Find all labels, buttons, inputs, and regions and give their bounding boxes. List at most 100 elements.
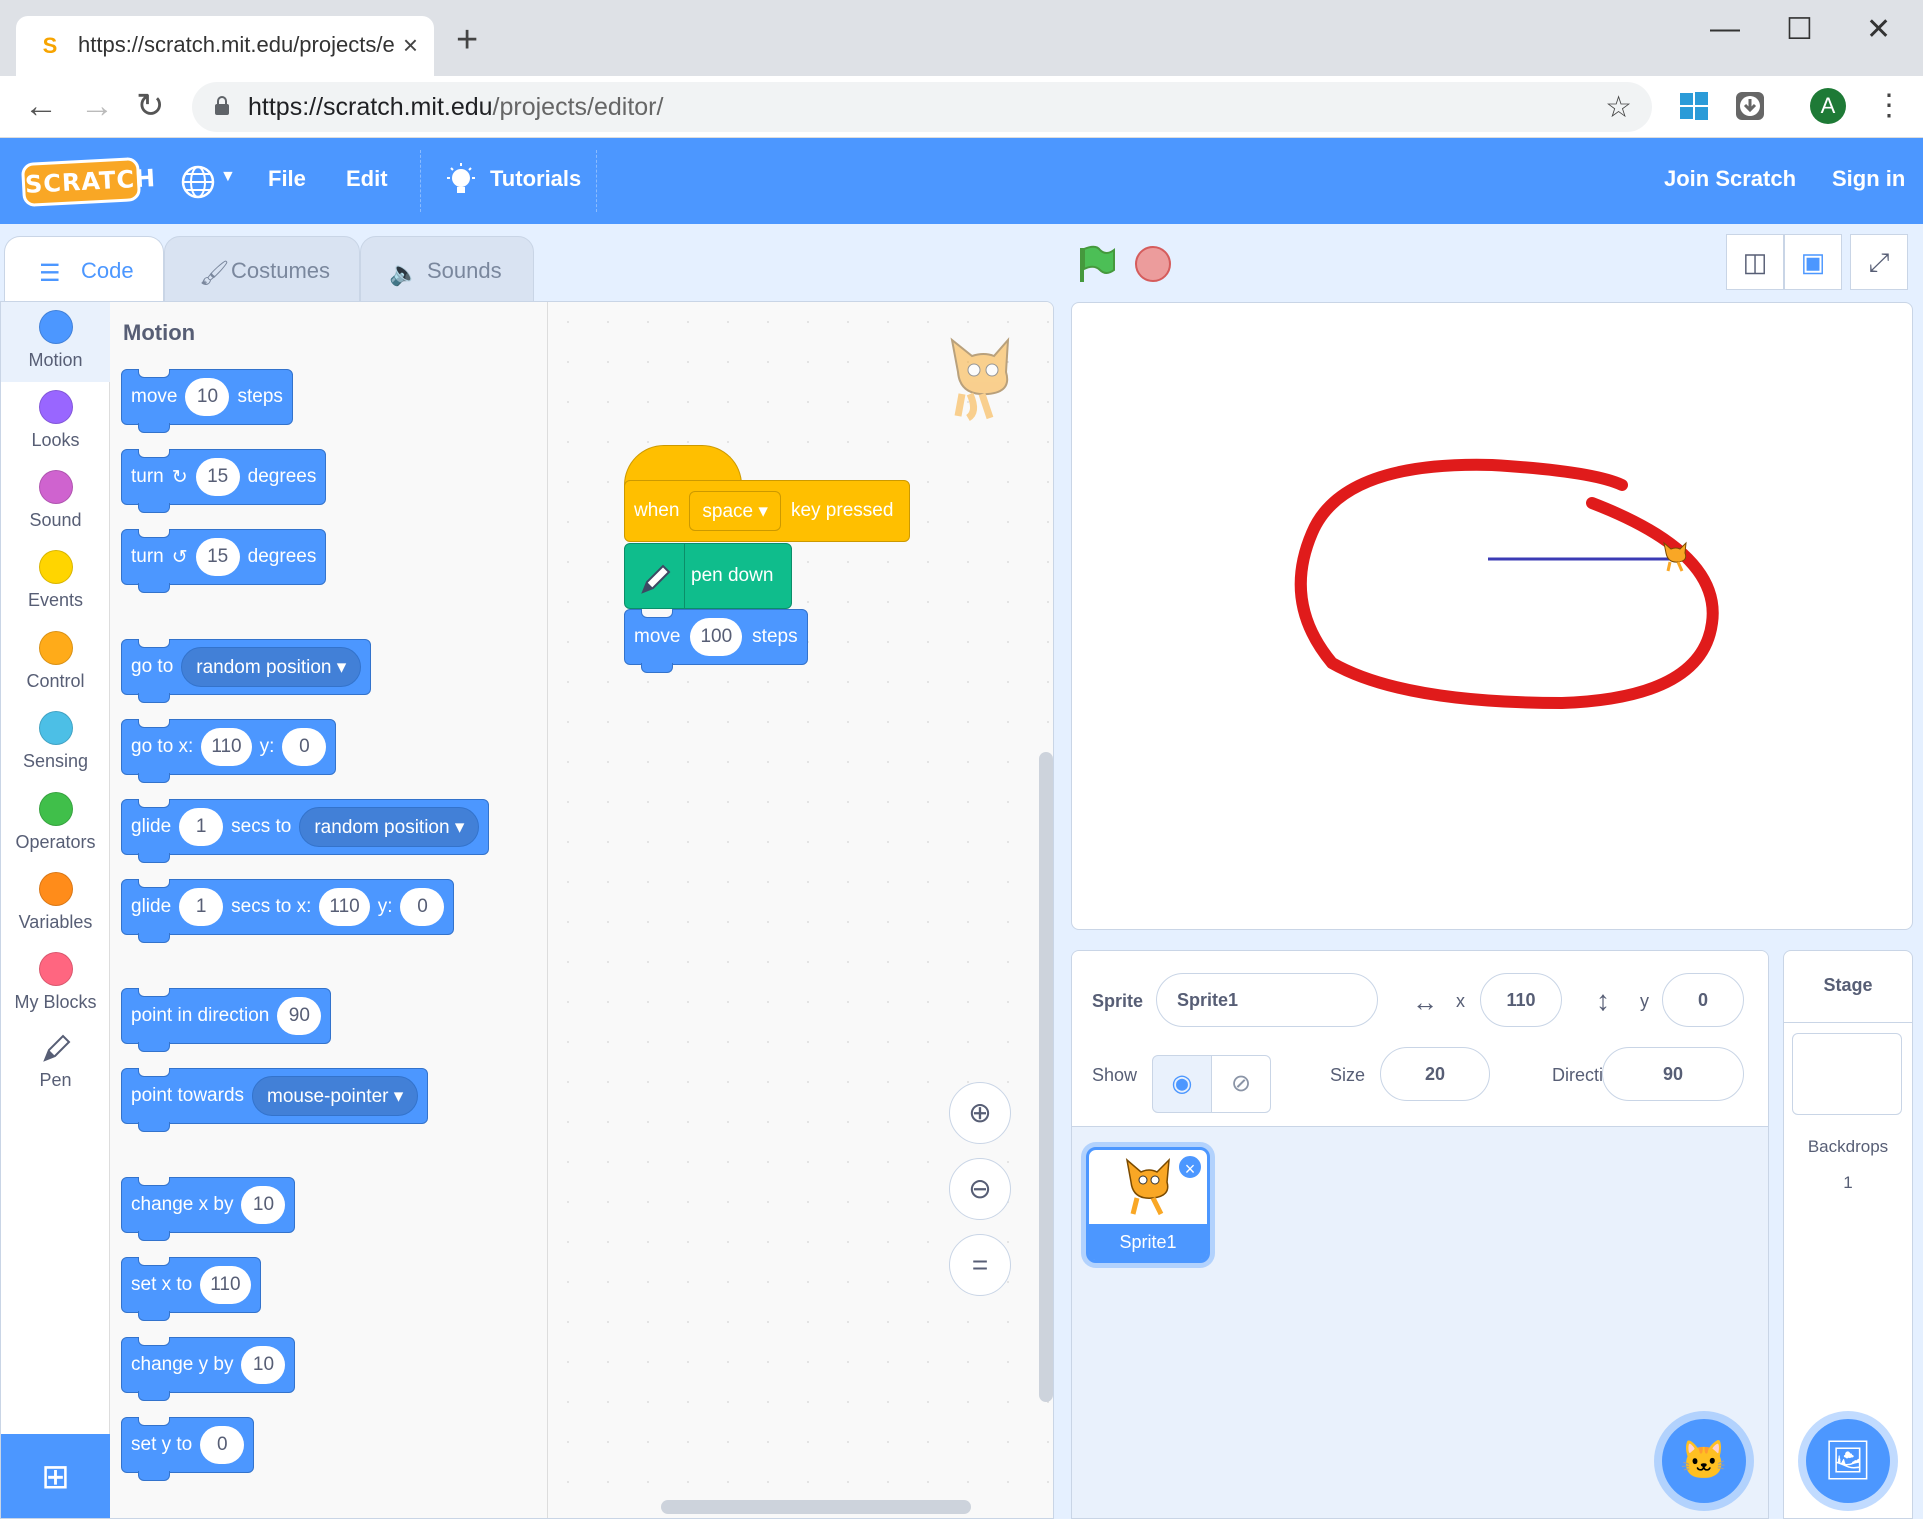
chevron-down-icon[interactable]: ▼ <box>220 168 236 186</box>
hide-sprite-eye-slash-icon[interactable]: ⊘ <box>1211 1055 1271 1113</box>
add-sprite-button[interactable]: 🐱 <box>1662 1419 1746 1503</box>
category-operators[interactable]: Operators <box>1 792 110 853</box>
tutorials-menu[interactable]: Tutorials <box>490 166 581 192</box>
block-point-in-direction[interactable]: point in direction 90 <box>121 988 332 1052</box>
tab-close-icon[interactable]: × <box>403 30 418 61</box>
small-stage-button[interactable]: ◫ <box>1726 234 1784 290</box>
size-field[interactable]: 20 <box>1380 1047 1490 1101</box>
download-extension-icon[interactable] <box>1734 90 1766 122</box>
tab-sounds[interactable]: 🔈 Sounds <box>360 236 534 302</box>
stage-selector[interactable]: Stage Backdrops 1 🖼 <box>1783 950 1913 1519</box>
sprite-thumbnail[interactable]: × Sprite1 <box>1086 1147 1210 1263</box>
block-move-steps[interactable]: move 10 steps <box>121 369 293 433</box>
block-change-y[interactable]: change y by 10 <box>121 1337 296 1401</box>
script-horizontal-scrollbar[interactable] <box>661 1500 971 1514</box>
category-my-blocks[interactable]: My Blocks <box>1 952 110 1013</box>
lock-icon <box>215 96 229 115</box>
delete-sprite-icon[interactable]: × <box>1177 1154 1203 1180</box>
window-close-button[interactable]: ✕ <box>1866 12 1891 47</box>
block-go-to[interactable]: go to random position ▾ <box>121 639 372 703</box>
show-sprite-eye-icon[interactable]: ◉ <box>1152 1055 1212 1113</box>
stage-canvas[interactable] <box>1071 302 1913 930</box>
stage-title: Stage <box>1784 951 1912 1023</box>
add-backdrop-button[interactable]: 🖼 <box>1806 1419 1890 1503</box>
block-turn-left[interactable]: turn ↺ 15 degrees <box>121 529 327 593</box>
block-glide-to-xy[interactable]: glide 1 secs to x: 110 y: 0 <box>121 879 455 943</box>
menu-divider <box>420 150 421 212</box>
browser-menu-icon[interactable]: ⋮ <box>1874 88 1904 123</box>
category-control[interactable]: Control <box>1 631 110 692</box>
profile-avatar[interactable]: A <box>1810 88 1846 124</box>
block-when-key-pressed[interactable]: when space ▾ key pressed <box>624 480 910 542</box>
backdrop-thumbnail[interactable] <box>1792 1033 1902 1115</box>
tab-code[interactable]: ☰ Code <box>4 236 164 304</box>
menu-divider <box>596 150 597 212</box>
sprite-name-field[interactable]: Sprite1 <box>1156 973 1378 1027</box>
sign-in-link[interactable]: Sign in <box>1832 166 1905 192</box>
fullscreen-button[interactable]: ⤢ <box>1850 234 1908 290</box>
category-sound[interactable]: Sound <box>1 470 110 531</box>
category-menu: Motion Looks Sound Events Control Sensin… <box>1 302 110 1518</box>
block-go-to-xy[interactable]: go to x: 110 y: 0 <box>121 719 337 783</box>
sprite-label: Sprite <box>1092 991 1144 1011</box>
category-motion[interactable]: Motion <box>1 302 110 382</box>
block-point-towards[interactable]: point towards mouse-pointer ▾ <box>121 1068 429 1132</box>
back-arrow-icon[interactable]: ← <box>24 88 58 124</box>
windows-extension-icon[interactable] <box>1678 90 1710 122</box>
block-set-x[interactable]: set x to 110 <box>121 1257 261 1321</box>
new-tab-button[interactable]: + <box>456 20 478 60</box>
rotate-clockwise-icon: ↻ <box>171 466 188 488</box>
category-looks[interactable]: Looks <box>1 390 110 451</box>
tab-costumes[interactable]: 🖌 Costumes <box>164 236 360 302</box>
category-variables[interactable]: Variables <box>1 872 110 933</box>
block-pen-down[interactable]: pen down <box>624 543 792 610</box>
script-vertical-scrollbar[interactable] <box>1039 752 1053 1402</box>
horizontal-arrows-icon: ↔ <box>1412 987 1438 1017</box>
category-pen[interactable]: Pen <box>1 1032 110 1091</box>
pen-trail-line <box>1482 623 1492 723</box>
globe-icon[interactable] <box>180 164 216 200</box>
pen-icon <box>641 564 671 594</box>
lightbulb-icon <box>447 163 475 193</box>
red-circle-annotation <box>1294 458 1719 710</box>
add-extension-button[interactable]: ⊞ <box>1 1434 110 1518</box>
block-turn-right[interactable]: turn ↻ 15 degrees <box>121 449 327 513</box>
block-change-x[interactable]: change x by 10 <box>121 1177 296 1241</box>
browser-tab[interactable]: S https://scratch.mit.edu/projects/e × <box>16 16 434 76</box>
block-glide-to[interactable]: glide 1 secs to random position ▾ <box>121 799 490 863</box>
y-position-field[interactable]: 0 <box>1662 973 1744 1027</box>
block-move-100-steps[interactable]: move 100 steps <box>624 609 808 673</box>
maximize-button[interactable]: ☐ <box>1786 12 1813 47</box>
x-label: x <box>1456 991 1465 1011</box>
backdrops-count: 1 <box>1843 1173 1853 1192</box>
join-scratch-link[interactable]: Join Scratch <box>1664 166 1796 192</box>
zoom-out-button[interactable]: ⊖ <box>949 1158 1011 1220</box>
key-dropdown[interactable]: space ▾ <box>689 491 781 531</box>
category-events[interactable]: Events <box>1 550 110 611</box>
direction-field[interactable]: 90 <box>1602 1047 1744 1101</box>
show-label: Show <box>1092 1065 1138 1085</box>
sprite-thumbnail-name: Sprite1 <box>1089 1224 1207 1260</box>
normal-stage-button[interactable]: ▣ <box>1784 234 1842 290</box>
pen-icon <box>42 1034 70 1062</box>
green-flag-icon[interactable] <box>1076 244 1116 284</box>
bookmark-star-icon[interactable]: ☆ <box>1605 90 1632 125</box>
edit-menu[interactable]: Edit <box>346 166 388 192</box>
zoom-in-button[interactable]: ⊕ <box>949 1082 1011 1144</box>
file-menu[interactable]: File <box>268 166 306 192</box>
block-set-y[interactable]: set y to 0 <box>121 1417 255 1481</box>
size-label: Size <box>1330 1065 1366 1085</box>
category-sensing[interactable]: Sensing <box>1 711 110 772</box>
minimize-button[interactable]: — <box>1710 12 1740 46</box>
zoom-reset-button[interactable]: = <box>949 1234 1011 1296</box>
forward-arrow-icon[interactable]: → <box>80 88 114 124</box>
x-position-field[interactable]: 110 <box>1480 973 1562 1027</box>
browser-tab-title: https://scratch.mit.edu/projects/e <box>78 32 395 57</box>
stop-icon[interactable] <box>1135 246 1171 282</box>
sprite-cat-watermark-icon <box>950 337 1010 421</box>
url-field[interactable]: https://scratch.mit.edu/projects/editor/… <box>192 82 1652 132</box>
brush-icon: 🖌 <box>199 260 230 287</box>
scratch-logo[interactable]: SCRATCH <box>20 156 157 208</box>
reload-icon[interactable]: ↻ <box>136 88 165 124</box>
code-area: Motion Looks Sound Events Control Sensin… <box>0 301 1054 1519</box>
